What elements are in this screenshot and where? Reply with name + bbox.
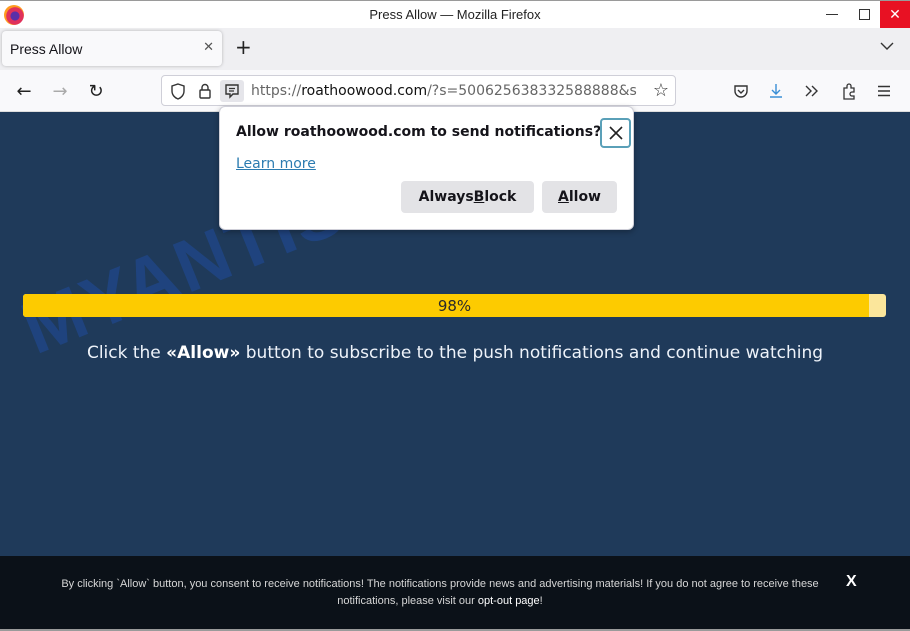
downloads-button[interactable]: [765, 80, 787, 102]
shield-icon: [171, 82, 185, 100]
lock-icon: [199, 83, 211, 99]
consent-message: By clicking `Allow` button, you consent …: [61, 578, 819, 607]
back-button[interactable]: ←: [11, 79, 37, 103]
learn-more-link[interactable]: Learn more: [236, 156, 316, 172]
minimize-icon: [826, 14, 838, 15]
permission-message: Allow roathoowood.com to send notificati…: [236, 124, 602, 140]
extensions-icon: [843, 82, 855, 100]
progress-label: 98%: [437, 297, 472, 315]
block-label-post: lock: [484, 189, 517, 205]
instruction-text: Click the «Allow» button to subscribe to…: [0, 343, 910, 363]
always-block-button[interactable]: Always Block: [401, 181, 534, 213]
overflow-icon: [805, 85, 818, 97]
app-menu-button[interactable]: [873, 80, 895, 102]
allow-label-post: llow: [568, 189, 601, 205]
download-icon: [770, 84, 782, 98]
bookmark-star-icon[interactable]: ☆: [653, 80, 669, 101]
opt-out-link[interactable]: opt-out page: [478, 595, 540, 607]
site-security-button[interactable]: [193, 80, 217, 102]
tab-close-icon[interactable]: ✕: [203, 40, 214, 55]
instruction-pre: Click the: [86, 343, 167, 363]
popup-close-button[interactable]: [600, 118, 631, 148]
url-host: roathoowood.com: [301, 83, 428, 99]
block-label-pre: Always: [418, 189, 474, 205]
pocket-button[interactable]: [730, 80, 752, 102]
overflow-menu-button[interactable]: [801, 80, 823, 102]
progress-bar: 98%: [23, 294, 886, 317]
tab-strip: Press Allow ✕ +: [0, 28, 910, 70]
extensions-button[interactable]: [838, 80, 860, 102]
tracking-protection-button[interactable]: [166, 80, 190, 102]
menu-icon: [878, 85, 890, 97]
pocket-icon: [734, 84, 748, 98]
consent-close-button[interactable]: X: [846, 573, 857, 591]
arrow-right-icon: →: [52, 80, 68, 102]
close-icon: [608, 126, 623, 140]
forward-button[interactable]: →: [47, 79, 73, 103]
instruction-allow-highlight: «Allow»: [166, 343, 241, 363]
arrow-left-icon: ←: [16, 80, 32, 102]
allow-button[interactable]: Allow: [542, 181, 617, 213]
minimize-button[interactable]: [818, 1, 846, 28]
new-tab-button[interactable]: +: [235, 37, 252, 57]
reload-icon: ↻: [88, 80, 104, 102]
notification-permission-popup: Allow roathoowood.com to send notificati…: [219, 106, 634, 230]
window-title: Press Allow — Mozilla Firefox: [369, 7, 541, 22]
url-text[interactable]: https://roathoowood.com/?s=5006256383325…: [251, 83, 643, 99]
close-icon: ✕: [889, 6, 901, 23]
consent-text: By clicking `Allow` button, you consent …: [35, 576, 845, 610]
list-all-tabs-button[interactable]: [880, 40, 894, 55]
allow-accesskey: A: [558, 189, 569, 205]
consent-suffix: !: [539, 595, 543, 607]
instruction-post: button to subscribe to the push notifica…: [240, 343, 824, 363]
url-bar[interactable]: https://roathoowood.com/?s=5006256383325…: [161, 75, 676, 106]
maximize-icon: [858, 9, 870, 20]
window-titlebar: Press Allow — Mozilla Firefox ✕: [0, 0, 910, 28]
notification-permission-button[interactable]: [220, 80, 244, 102]
block-accesskey: B: [473, 189, 485, 205]
consent-banner: By clicking `Allow` button, you consent …: [0, 556, 910, 629]
notification-permission-icon: [225, 84, 239, 99]
tab-title: Press Allow: [10, 41, 83, 57]
url-scheme: https://: [251, 83, 302, 99]
reload-button[interactable]: ↻: [83, 79, 109, 103]
url-path: /?s=500625638332588888&s: [427, 83, 637, 99]
maximize-button[interactable]: [850, 1, 878, 28]
chevron-down-icon: [880, 42, 894, 50]
tab-press-allow[interactable]: Press Allow ✕: [2, 31, 222, 66]
close-window-button[interactable]: ✕: [880, 1, 910, 28]
